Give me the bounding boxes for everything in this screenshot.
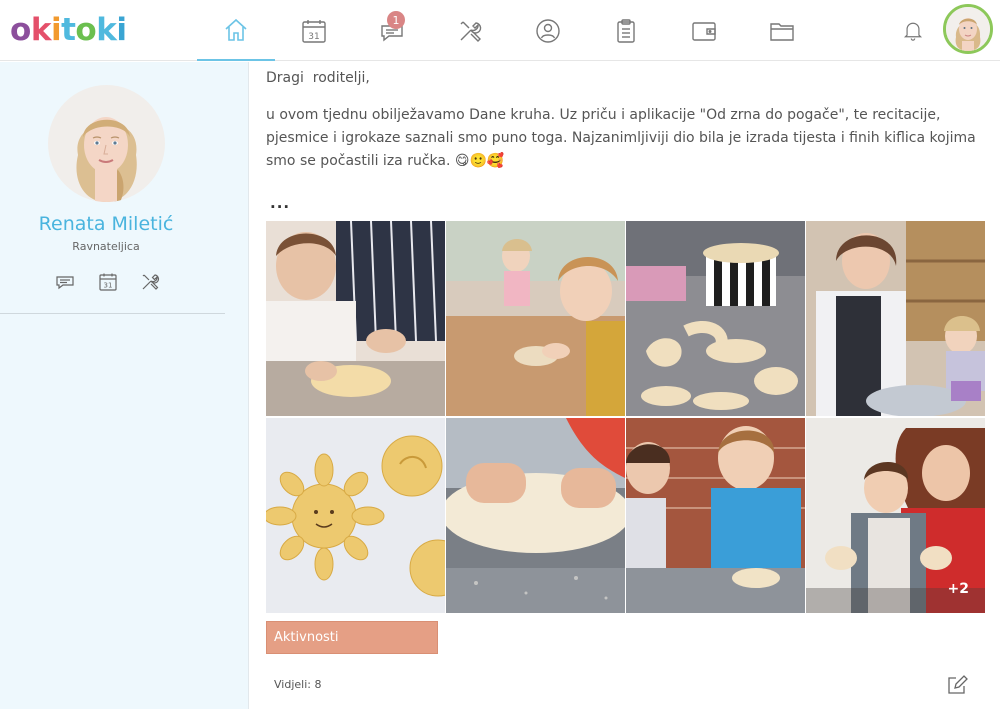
teacher-with-girl-photo (806, 221, 985, 416)
profile-portrait (48, 85, 165, 202)
clipboard-icon (617, 18, 635, 43)
nav-folder[interactable] (743, 0, 821, 61)
photo-tile[interactable] (626, 418, 805, 613)
okitoki-logo[interactable]: okitoki (10, 10, 127, 50)
nav-calendar[interactable]: 31 (275, 0, 353, 61)
tools-icon (142, 274, 159, 290)
user-avatar[interactable] (943, 4, 993, 54)
bell-icon (903, 22, 923, 41)
svg-text:31: 31 (103, 282, 112, 290)
more-photos-count: +2 (947, 581, 969, 597)
photo-tile[interactable]: +2 (806, 418, 985, 613)
nav-profile[interactable] (509, 0, 587, 61)
nav-clipboard[interactable] (587, 0, 665, 61)
tools-button[interactable] (140, 272, 160, 292)
sun-shaped-bun-photo (266, 418, 445, 613)
home-icon (225, 18, 247, 41)
nav-messages[interactable]: 1 (353, 0, 431, 61)
photo-gallery: +2 (266, 221, 986, 613)
kid-kneading-dough-photo (266, 221, 445, 416)
message-count-badge: 1 (387, 11, 405, 29)
profile-sidebar: Renata Miletić Ravnateljica 31 (0, 62, 249, 709)
photo-tile[interactable] (446, 221, 625, 416)
nav-wallet[interactable] (665, 0, 743, 61)
notifications-button[interactable] (900, 16, 926, 44)
edit-post-button[interactable] (946, 674, 968, 696)
post-body: u ovom tjednu obilježavamo Dane kruha. U… (266, 107, 976, 169)
activity-tag-button[interactable]: Aktivnosti (266, 621, 438, 654)
tools-icon (460, 21, 482, 42)
dough-shapes-on-tray-photo (626, 221, 805, 416)
messages-icon (56, 276, 74, 290)
nav-home[interactable] (197, 0, 275, 61)
profile-name: Renata Miletić (38, 213, 174, 235)
photo-tile[interactable] (446, 418, 625, 613)
svg-text:31: 31 (308, 32, 319, 42)
nav-tools[interactable] (431, 0, 509, 61)
read-more-ellipsis[interactable]: ... (270, 194, 290, 212)
hands-on-dough-photo (446, 418, 625, 613)
calendar-icon: 31 (302, 19, 326, 43)
photo-tile[interactable] (806, 221, 985, 416)
send-message-button[interactable] (55, 272, 75, 292)
girl-rolling-dough-photo (446, 221, 625, 416)
profile-photo (48, 85, 165, 202)
profile-icon (536, 18, 560, 43)
folder-icon (770, 22, 794, 41)
view-calendar-button[interactable]: 31 (98, 272, 118, 292)
edit-icon (948, 675, 968, 694)
photo-tile[interactable] (266, 221, 445, 416)
calendar-icon: 31 (98, 273, 117, 291)
wallet-icon (692, 21, 716, 41)
logo-wordmark: okitoki (10, 11, 127, 48)
kids-at-table-photo (626, 418, 805, 613)
photo-tile[interactable] (266, 418, 445, 613)
avatar-photo (946, 7, 990, 51)
post-greeting: Dragi roditelji, (266, 70, 370, 86)
profile-role: Ravnateljica (72, 240, 140, 253)
seen-count: Vidjeli: 8 (274, 678, 322, 691)
sidebar-divider (0, 313, 225, 314)
top-navigation: okitoki 31 1 (0, 0, 1000, 61)
profile-actions: 31 (55, 272, 160, 292)
photo-tile[interactable] (626, 221, 805, 416)
